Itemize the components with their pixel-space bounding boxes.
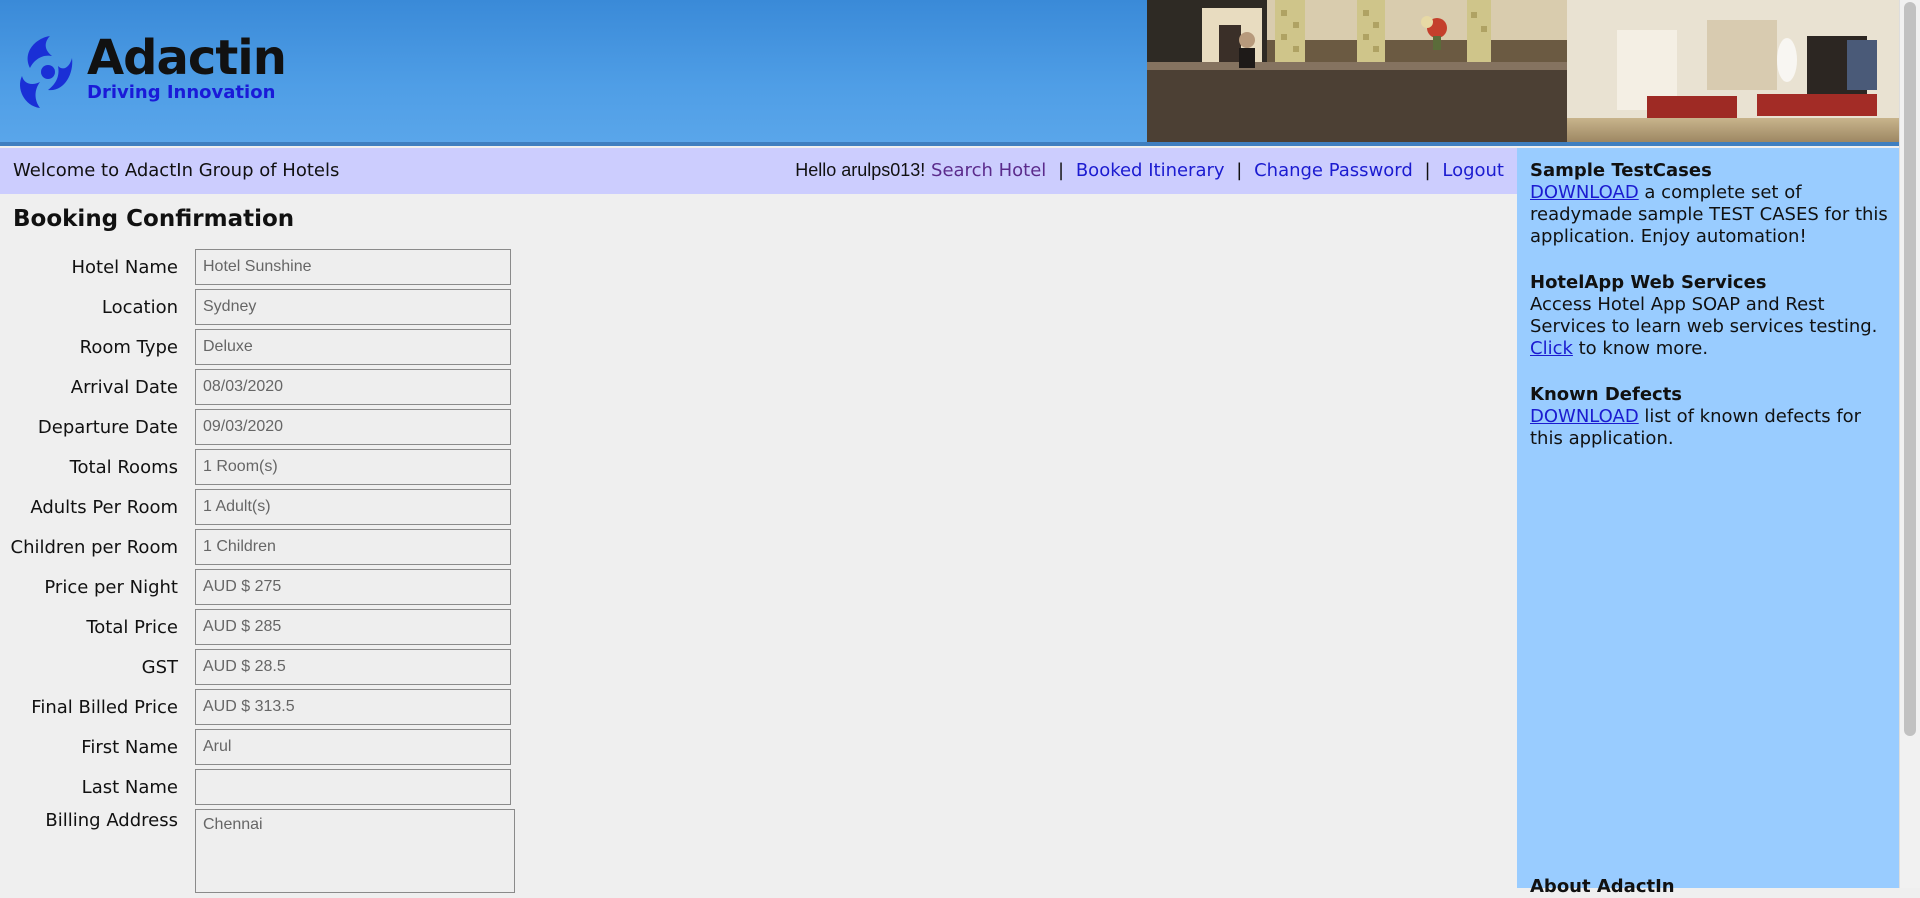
billing-address-label: Billing Address bbox=[45, 810, 178, 831]
sample-download-link[interactable]: DOWNLOAD bbox=[1530, 182, 1639, 203]
last-name-field[interactable] bbox=[195, 769, 511, 805]
total-price-row: Total Price bbox=[0, 609, 520, 647]
webservices-description: Access Hotel App SOAP and Rest Services … bbox=[1530, 294, 1878, 337]
page-title: Booking Confirmation bbox=[13, 206, 295, 232]
departure-date-row: Departure Date bbox=[0, 409, 520, 447]
location-label: Location bbox=[101, 297, 178, 318]
adactin-logo: Adactin Driving Innovation bbox=[12, 30, 312, 110]
adults-per-room-field[interactable] bbox=[195, 489, 511, 525]
about-section: About AdactIn bbox=[1530, 876, 1895, 898]
known-defects-heading: Known Defects bbox=[1530, 384, 1683, 405]
departure-date-field[interactable] bbox=[195, 409, 511, 445]
price-per-night-row: Price per Night bbox=[0, 569, 520, 607]
nav-separator: | bbox=[1236, 160, 1243, 181]
final-billed-price-field[interactable] bbox=[195, 689, 511, 725]
gst-label: GST bbox=[141, 657, 178, 678]
price-per-night-field[interactable] bbox=[195, 569, 511, 605]
children-per-room-label: Children per Room bbox=[10, 537, 179, 558]
webservices-click-link[interactable]: Click bbox=[1530, 338, 1573, 359]
adults-per-room-label: Adults Per Room bbox=[30, 497, 178, 518]
sample-testcases-section: Sample TestCases DOWNLOAD a complete set… bbox=[1530, 160, 1895, 248]
first-name-row: First Name bbox=[0, 729, 520, 767]
webservices-section: HotelApp Web Services Access Hotel App S… bbox=[1530, 272, 1895, 360]
last-name-label: Last Name bbox=[81, 777, 178, 798]
total-price-field[interactable] bbox=[195, 609, 511, 645]
final-billed-price-row: Final Billed Price bbox=[0, 689, 520, 727]
arrival-date-row: Arrival Date bbox=[0, 369, 520, 407]
hello-user-text: Hello arulps013! bbox=[795, 160, 926, 180]
gst-row: GST bbox=[0, 649, 520, 687]
final-billed-price-label: Final Billed Price bbox=[31, 697, 178, 718]
scrollbar-thumb[interactable] bbox=[1904, 2, 1916, 736]
arrival-date-label: Arrival Date bbox=[70, 377, 178, 398]
total-price-label: Total Price bbox=[86, 617, 178, 638]
departure-date-label: Departure Date bbox=[37, 417, 178, 438]
known-defects-section: Known Defects DOWNLOAD list of known def… bbox=[1530, 384, 1895, 450]
hotel-name-field[interactable] bbox=[195, 249, 511, 285]
room-type-label: Room Type bbox=[79, 337, 178, 358]
welcome-message: Welcome to AdactIn Group of Hotels bbox=[13, 160, 340, 181]
header-divider bbox=[0, 142, 1899, 146]
sample-testcases-heading: Sample TestCases bbox=[1530, 160, 1712, 181]
nav-separator: | bbox=[1058, 160, 1065, 181]
page-scrollbar[interactable] bbox=[1899, 0, 1920, 888]
brand-name: Adactin bbox=[87, 30, 287, 86]
total-rooms-field[interactable] bbox=[195, 449, 511, 485]
user-nav: Hello arulps013! Search Hotel | Booked I… bbox=[795, 160, 1504, 181]
billing-address-row: Billing Address Chennai bbox=[0, 809, 520, 893]
site-header: Adactin Driving Innovation bbox=[0, 0, 1899, 146]
billing-address-textarea[interactable]: Chennai bbox=[195, 809, 515, 893]
first-name-label: First Name bbox=[81, 737, 178, 758]
total-rooms-row: Total Rooms bbox=[0, 449, 520, 487]
first-name-field[interactable] bbox=[195, 729, 511, 765]
defects-download-link[interactable]: DOWNLOAD bbox=[1530, 406, 1639, 427]
location-row: Location bbox=[0, 289, 520, 327]
logout-link[interactable]: Logout bbox=[1442, 160, 1504, 181]
room-type-field[interactable] bbox=[195, 329, 511, 365]
search-hotel-link[interactable]: Search Hotel bbox=[931, 160, 1046, 181]
adults-per-room-row: Adults Per Room bbox=[0, 489, 520, 527]
welcome-bar: Welcome to AdactIn Group of Hotels Hello… bbox=[0, 148, 1517, 194]
room-type-row: Room Type bbox=[0, 329, 520, 367]
hotel-name-label: Hotel Name bbox=[71, 257, 178, 278]
hotel-name-row: Hotel Name bbox=[0, 249, 520, 287]
webservices-more-text: to know more. bbox=[1572, 338, 1709, 359]
about-heading: About AdactIn bbox=[1530, 876, 1675, 897]
change-password-link[interactable]: Change Password bbox=[1254, 160, 1413, 181]
nav-separator: | bbox=[1424, 160, 1431, 181]
total-rooms-label: Total Rooms bbox=[69, 457, 178, 478]
hotel-lobby-photo bbox=[1147, 0, 1899, 144]
webservices-heading: HotelApp Web Services bbox=[1530, 272, 1767, 293]
brand-tagline: Driving Innovation bbox=[87, 82, 276, 103]
arrival-date-field[interactable] bbox=[195, 369, 511, 405]
booked-itinerary-link[interactable]: Booked Itinerary bbox=[1076, 160, 1225, 181]
right-sidebar: Sample TestCases DOWNLOAD a complete set… bbox=[1517, 148, 1899, 897]
swirl-logo-icon bbox=[20, 36, 73, 108]
price-per-night-label: Price per Night bbox=[44, 577, 178, 598]
children-per-room-field[interactable] bbox=[195, 529, 511, 565]
location-field[interactable] bbox=[195, 289, 511, 325]
last-name-row: Last Name bbox=[0, 769, 520, 807]
gst-field[interactable] bbox=[195, 649, 511, 685]
children-per-room-row: Children per Room bbox=[0, 529, 520, 567]
